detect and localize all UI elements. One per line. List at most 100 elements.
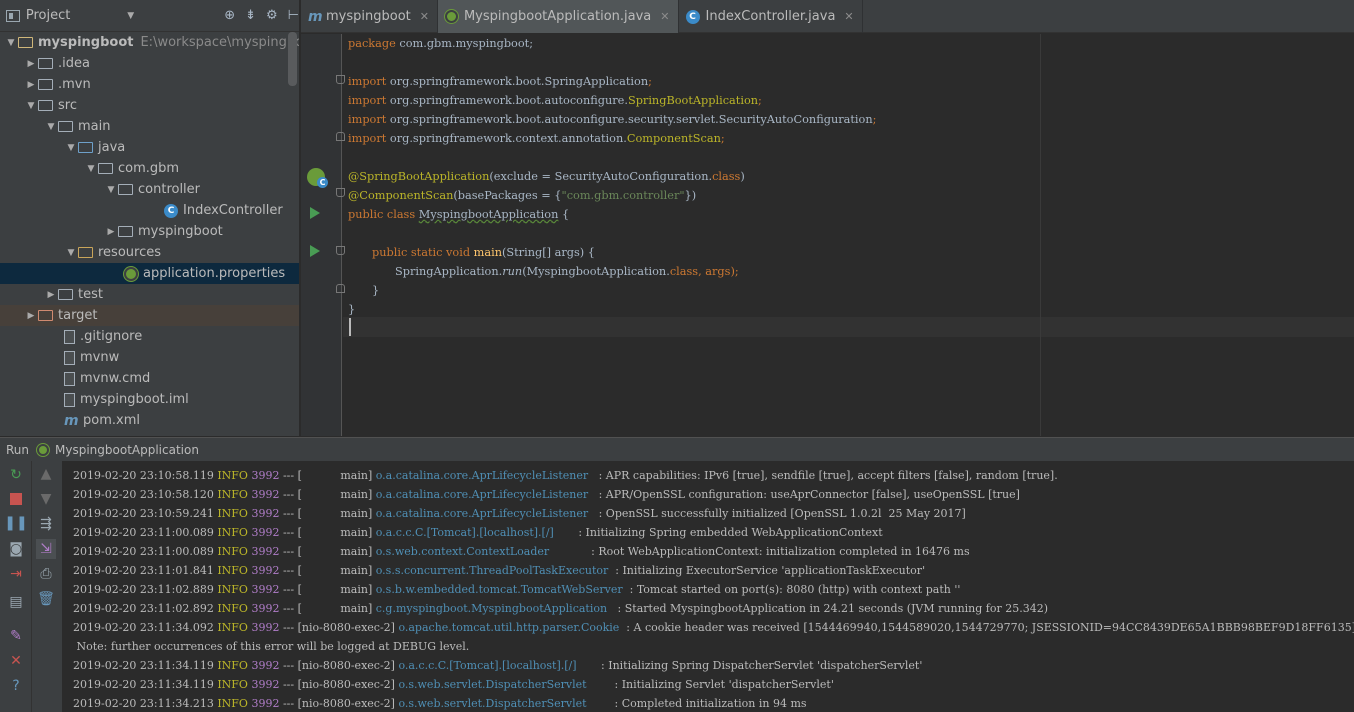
file-icon bbox=[64, 329, 75, 344]
log-timestamp: 2019-02-20 23:11:34.119 bbox=[73, 659, 214, 672]
up-arrow-icon[interactable]: ▲ bbox=[36, 464, 56, 484]
locate-icon[interactable]: ⊕ bbox=[224, 8, 235, 23]
expand-right-icon[interactable]: ▶ bbox=[104, 227, 118, 237]
tab-myspingboot[interactable]: m myspingboot ✕ bbox=[301, 0, 438, 33]
tree-item[interactable]: ▶ .idea bbox=[0, 53, 299, 74]
log-message: : APR/OpenSSL configuration: useAprConne… bbox=[595, 488, 1020, 501]
layout-icon[interactable]: ▤ bbox=[6, 592, 26, 612]
expand-down-icon[interactable]: ▼ bbox=[4, 38, 18, 48]
camera-icon[interactable]: ◙ bbox=[6, 539, 26, 559]
collapse-all-icon[interactable]: ⇟ bbox=[245, 8, 256, 23]
tree-item[interactable]: ▼ com.gbm bbox=[0, 158, 299, 179]
print-icon[interactable]: ⎙ bbox=[36, 564, 56, 584]
expand-right-icon[interactable]: ▶ bbox=[24, 311, 38, 321]
tab-myspingbootapplication[interactable]: MyspingbootApplication.java ✕ bbox=[437, 0, 679, 33]
tree-item[interactable]: ▶ myspingboot bbox=[0, 221, 299, 242]
expand-down-icon[interactable]: ▼ bbox=[24, 101, 38, 111]
soft-wrap-icon[interactable]: ⇶ bbox=[36, 514, 56, 534]
tree-item[interactable]: ▼ myspingboot E:\workspace\myspingboot bbox=[0, 32, 299, 53]
chevron-down-icon[interactable]: ▼ bbox=[127, 11, 134, 21]
log-thread: [ main] bbox=[297, 507, 373, 520]
tab-label: IndexController.java bbox=[705, 9, 836, 24]
run-config-tab[interactable]: MyspingbootApplication bbox=[55, 443, 199, 457]
expand-right-icon[interactable]: ▶ bbox=[44, 290, 58, 300]
expand-down-icon[interactable]: ▼ bbox=[64, 143, 78, 153]
console-output[interactable]: 2019-02-20 23:10:58.119 INFO 3992 --- [ … bbox=[62, 461, 1354, 712]
tree-item-label: com.gbm bbox=[118, 161, 180, 176]
tree-item[interactable]: ▼ java bbox=[0, 137, 299, 158]
tree-item-label: mvnw.cmd bbox=[80, 371, 151, 386]
excluded-folder-icon bbox=[38, 310, 53, 321]
tree-item[interactable]: .gitignore bbox=[0, 326, 299, 347]
spring-bean-gutter-icon[interactable] bbox=[307, 168, 328, 188]
tree-item-label: myspingboot bbox=[138, 224, 223, 239]
tree-item[interactable]: ▶ target bbox=[0, 305, 299, 326]
run-panel-header: Run MyspingbootApplication bbox=[0, 437, 1354, 461]
expand-down-icon[interactable]: ▼ bbox=[64, 248, 78, 258]
fold-marker-icon[interactable] bbox=[336, 188, 345, 197]
tree-item[interactable]: ▼ resources bbox=[0, 242, 299, 263]
code-line-main: public static void main(String[] args) { bbox=[372, 246, 595, 259]
tree-item-label: .gitignore bbox=[80, 329, 143, 344]
log-thread: [ main] bbox=[297, 488, 373, 501]
pin-icon[interactable]: ✎ bbox=[6, 626, 26, 646]
log-pid: 3992 bbox=[251, 545, 280, 558]
log-logger: c.g.myspingboot.MyspingbootApplication bbox=[375, 602, 615, 615]
tree-item[interactable]: application.properties bbox=[0, 263, 299, 284]
log-logger: o.s.s.concurrent.ThreadPoolTaskExecutor bbox=[375, 564, 612, 577]
tree-item[interactable]: ▼ main bbox=[0, 116, 299, 137]
project-tool-window: Project ▼ ⊕ ⇟ ⚙ ⊢ ▼ myspingboot E:\workspa… bbox=[0, 0, 300, 436]
tree-item[interactable]: myspingboot.iml bbox=[0, 389, 299, 410]
tree-item[interactable]: mvnw bbox=[0, 347, 299, 368]
expand-right-icon[interactable]: ▶ bbox=[24, 59, 38, 69]
folder-icon bbox=[58, 121, 73, 132]
console-line: 2019-02-20 23:10:58.119 INFO 3992 --- [ … bbox=[73, 469, 1058, 482]
expand-down-icon[interactable]: ▼ bbox=[84, 164, 98, 174]
expand-right-icon[interactable]: ▶ bbox=[24, 80, 38, 90]
log-timestamp: 2019-02-20 23:11:02.889 bbox=[73, 583, 214, 596]
project-header-toolbar: ⊕ ⇟ ⚙ ⊢ bbox=[224, 8, 299, 23]
project-view-selector[interactable]: Project bbox=[26, 8, 95, 23]
close-icon[interactable]: ✕ bbox=[6, 651, 26, 671]
tree-item[interactable]: ▶ .mvn bbox=[0, 74, 299, 95]
tree-item[interactable]: ▼ src bbox=[0, 95, 299, 116]
close-icon[interactable]: ✕ bbox=[660, 10, 669, 23]
tree-item[interactable]: mvnw.cmd bbox=[0, 368, 299, 389]
log-level: INFO bbox=[217, 564, 248, 577]
stop-icon[interactable] bbox=[6, 489, 26, 509]
tree-item[interactable]: C IndexController bbox=[0, 200, 299, 221]
hide-panel-icon[interactable]: ⊢ bbox=[288, 8, 299, 23]
tab-indexcontroller[interactable]: C IndexController.java ✕ bbox=[679, 0, 863, 33]
exit-icon[interactable]: ⇥ bbox=[6, 564, 26, 584]
fold-marker-icon[interactable] bbox=[336, 132, 345, 141]
run-class-gutter-icon[interactable] bbox=[310, 207, 320, 219]
fold-marker-icon[interactable] bbox=[336, 284, 345, 293]
tree-item[interactable]: m pom.xml bbox=[0, 410, 299, 431]
log-thread: [nio-8080-exec-2] bbox=[297, 678, 395, 691]
close-icon[interactable]: ✕ bbox=[844, 10, 853, 23]
expand-down-icon[interactable]: ▼ bbox=[104, 185, 118, 195]
log-logger: o.a.catalina.core.AprLifecycleListener bbox=[375, 507, 596, 520]
expand-down-icon[interactable]: ▼ bbox=[44, 122, 58, 132]
close-icon[interactable]: ✕ bbox=[420, 10, 429, 23]
log-pid: 3992 bbox=[251, 469, 280, 482]
log-message: : Initializing Spring DispatcherServlet … bbox=[597, 659, 923, 672]
pause-icon[interactable]: ❚❚ bbox=[4, 513, 27, 533]
fold-marker-icon[interactable] bbox=[336, 75, 345, 84]
console-line: 2019-02-20 23:11:34.119 INFO 3992 --- [n… bbox=[73, 678, 834, 691]
right-margin-guide bbox=[1040, 34, 1041, 436]
tree-item[interactable]: ▶ test bbox=[0, 284, 299, 305]
project-scrollbar[interactable] bbox=[288, 32, 297, 86]
gear-icon[interactable]: ⚙ bbox=[266, 8, 278, 23]
log-logger: o.s.b.w.embedded.tomcat.TomcatWebServer bbox=[375, 583, 627, 596]
run-main-gutter-icon[interactable] bbox=[310, 245, 320, 257]
editor-tabs: m myspingboot ✕ MyspingbootApplication.j… bbox=[301, 0, 1354, 33]
log-pid: 3992 bbox=[251, 621, 280, 634]
rerun-icon[interactable]: ↻ bbox=[6, 465, 26, 485]
tree-item[interactable]: ▼ controller bbox=[0, 179, 299, 200]
fold-marker-icon[interactable] bbox=[336, 246, 345, 255]
trash-icon[interactable]: 🗑 bbox=[36, 589, 56, 609]
down-arrow-icon[interactable]: ▼ bbox=[36, 489, 56, 509]
scroll-to-end-icon[interactable]: ⇲ bbox=[36, 539, 56, 559]
help-icon[interactable]: ? bbox=[6, 676, 26, 696]
